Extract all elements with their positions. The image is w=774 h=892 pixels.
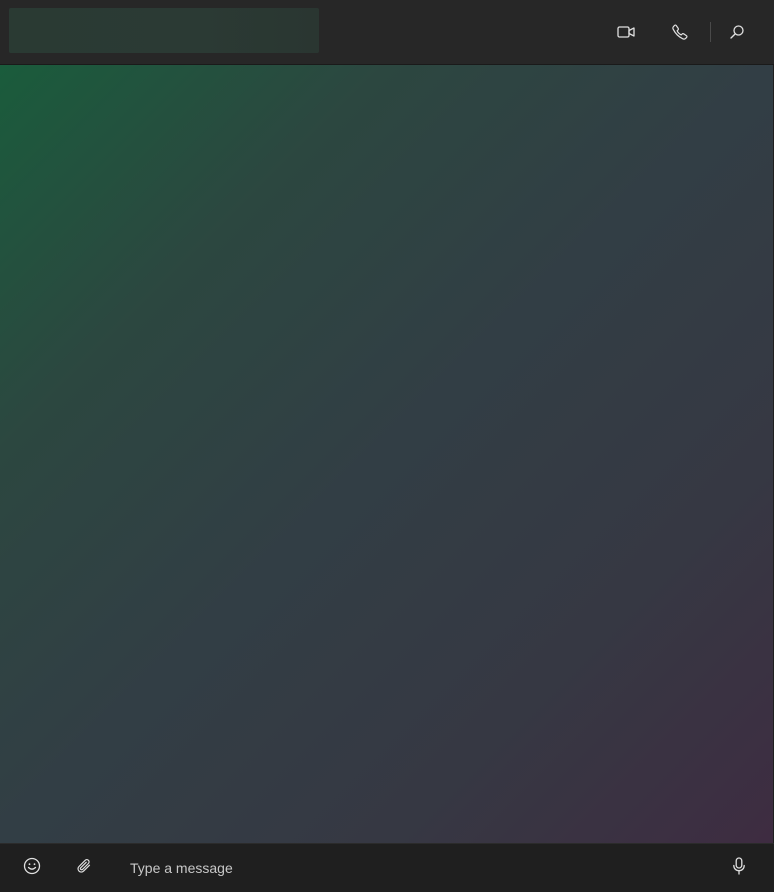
paperclip-icon <box>76 858 92 879</box>
emoji-button[interactable] <box>16 852 48 884</box>
search-icon <box>729 24 745 40</box>
chat-header <box>0 0 774 65</box>
search-button[interactable] <box>721 16 753 48</box>
attach-button[interactable] <box>68 852 100 884</box>
header-divider <box>710 22 711 42</box>
video-call-button[interactable] <box>610 16 642 48</box>
message-input[interactable] <box>120 852 700 884</box>
voice-message-button[interactable] <box>723 852 755 884</box>
message-composer <box>0 843 774 892</box>
voice-call-button[interactable] <box>664 16 696 48</box>
microphone-icon <box>732 856 746 880</box>
message-list-area[interactable] <box>0 65 773 843</box>
video-camera-icon <box>617 25 635 39</box>
contact-info-placeholder[interactable] <box>9 8 319 53</box>
chat-window <box>0 0 774 892</box>
phone-icon <box>672 24 688 40</box>
smiley-icon <box>23 857 41 880</box>
